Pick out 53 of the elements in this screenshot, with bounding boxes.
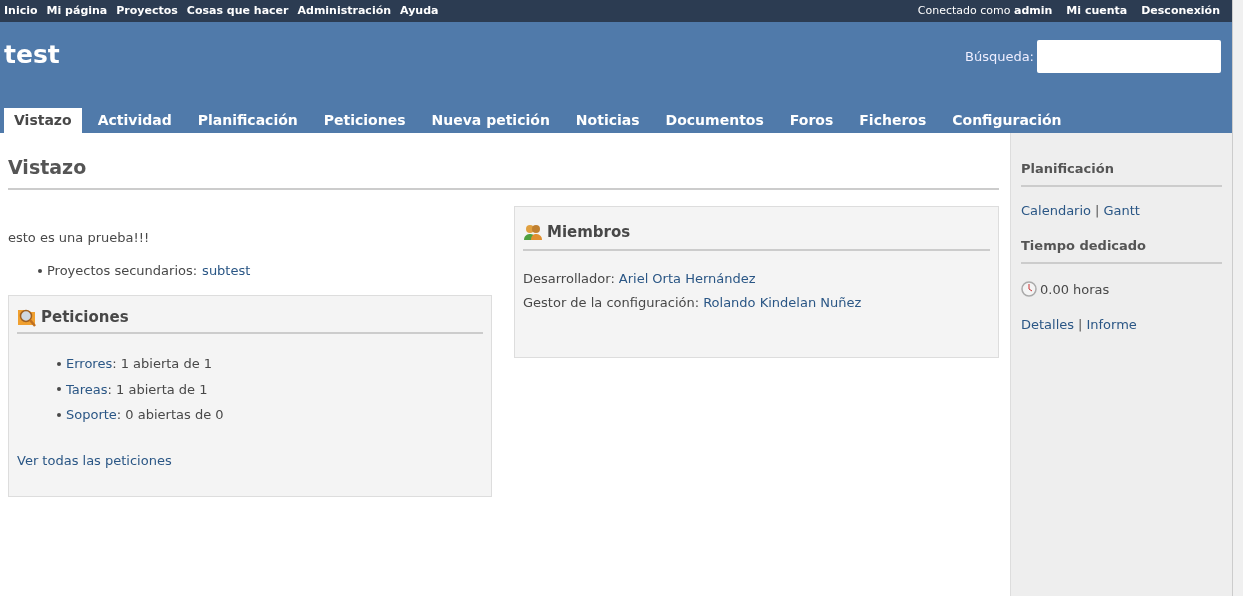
project-tab[interactable]: Nueva petición [421, 108, 560, 133]
account-link[interactable]: Desconexión [1141, 2, 1220, 20]
top-menu-link[interactable]: Inicio [4, 2, 38, 20]
sidebar-link[interactable]: Informe [1086, 315, 1137, 335]
project-tab[interactable]: Vistazo [4, 108, 82, 133]
view-all-issues-link[interactable]: Ver todas las peticiones [17, 450, 483, 470]
sidebar-link[interactable]: Calendario [1021, 200, 1092, 220]
top-menu-link[interactable]: Administración [297, 2, 392, 20]
project-description: esto es una prueba!!! [8, 228, 151, 247]
bullet-icon [57, 412, 61, 417]
sidebar-link[interactable]: Gantt [1103, 200, 1140, 220]
project-tab[interactable]: Peticiones [313, 108, 416, 133]
subprojects-label: Proyectos secundarios: [47, 262, 198, 280]
box-heading: Peticiones [41, 306, 129, 328]
people-icon [523, 222, 543, 241]
project-tab[interactable]: Foros [779, 108, 844, 133]
box-heading: Miembros [547, 221, 631, 243]
project-tab[interactable]: Documentos [655, 108, 774, 133]
top-menu-link[interactable]: Ayuda [400, 2, 439, 20]
project-tab[interactable]: Ficheros [849, 108, 937, 133]
search-label: Búsqueda: [964, 47, 1034, 66]
issue-count-text: : 0 abiertas de 0 [116, 406, 224, 424]
tracker-link[interactable]: Tareas [66, 379, 108, 399]
top-menu-link[interactable]: Proyectos [116, 2, 178, 20]
tracker-link[interactable]: Soporte [66, 405, 117, 425]
logged-in-text: Conectado como admin [917, 2, 1053, 19]
project-title: test [4, 42, 60, 67]
sidebar-link[interactable]: Detalles [1021, 315, 1075, 335]
bullet-icon [57, 387, 61, 392]
project-tab[interactable]: Configuración [942, 108, 1072, 133]
member-link[interactable]: Rolando Kindelan Nuñez [703, 292, 862, 312]
project-tab[interactable]: Noticias [565, 108, 650, 133]
search-field[interactable] [1037, 40, 1221, 73]
page-heading: Vistazo [8, 153, 999, 190]
account-link[interactable]: Mi cuenta [1066, 2, 1128, 20]
top-menu-link[interactable]: Cosas que hacer [186, 2, 289, 20]
time-spent-text: 0.00 horas [1040, 280, 1110, 299]
clock-icon [1021, 281, 1037, 298]
link-separator: | [1078, 316, 1083, 334]
issue-count-text: : 1 abierta de 1 [107, 380, 208, 399]
member-link[interactable]: Ariel Orta Hernández [618, 269, 756, 289]
member-role: Desarrollador: [523, 270, 615, 288]
project-tab[interactable]: Planificación [187, 108, 308, 133]
top-menu-link[interactable]: Mi página [46, 2, 108, 20]
sidebar-heading: Planificación [1021, 159, 1222, 187]
bullet-icon [38, 268, 42, 273]
sidebar-heading: Tiempo dedicado [1021, 236, 1222, 264]
member-role: Gestor de la configuración: [523, 293, 700, 312]
project-tab[interactable]: Actividad [87, 108, 182, 133]
issue-count-text: : 1 abierta de 1 [112, 355, 213, 373]
subproject-link[interactable]: subtest [202, 261, 251, 281]
link-separator: | [1095, 201, 1100, 220]
bullet-icon [57, 361, 61, 366]
